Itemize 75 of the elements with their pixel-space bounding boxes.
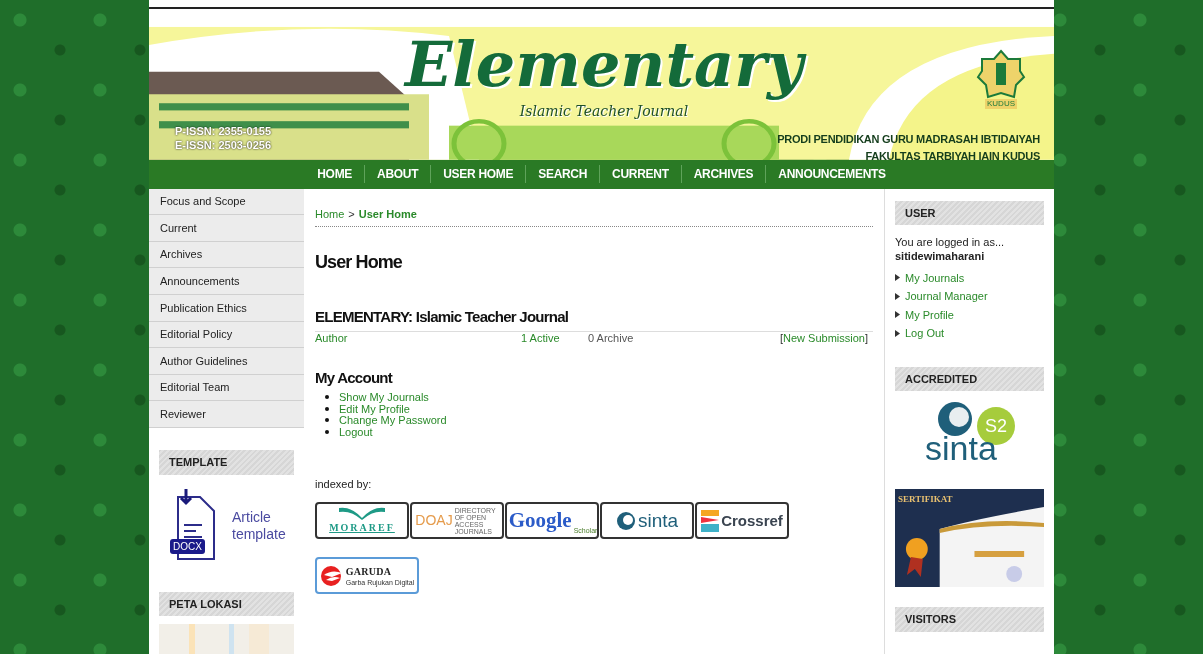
login-status: You are logged in as... [895, 237, 1006, 249]
user-link[interactable]: My Journals [905, 269, 965, 287]
sidebar-item[interactable]: Announcements [149, 268, 304, 296]
user-link[interactable]: My Profile [905, 306, 954, 324]
book-icon [337, 506, 387, 521]
user-link[interactable]: Journal Manager [905, 288, 988, 305]
username: sitidewimaharani [895, 249, 986, 265]
certificate-title: SERTIFIKAT [898, 493, 953, 507]
bracket: [ [779, 330, 783, 346]
section-heading: My Account [315, 367, 394, 388]
docx-badge: DOCX [170, 539, 205, 554]
bullet-icon [325, 418, 329, 423]
sidebar-item[interactable]: Focus and Scope [149, 188, 304, 216]
emblem-caption: KUDUS [985, 99, 1017, 110]
block-heading: ACCREDITED [895, 366, 1044, 392]
triangle-bullet-icon [895, 311, 900, 319]
index-logo[interactable]: MORAREF [315, 502, 409, 540]
account-link[interactable]: Show My Journals [339, 391, 429, 403]
sidebar-item[interactable]: Editorial Team [149, 374, 304, 402]
breadcrumb-current[interactable]: User Home [358, 205, 417, 223]
issn-text: E-ISSN: 2503-0256 [175, 138, 271, 153]
logo-text: Google [508, 507, 572, 535]
logo-text: Crossref [721, 510, 783, 531]
role-link[interactable]: Author [315, 329, 521, 347]
certificate-image[interactable]: SERTIFIKAT [895, 489, 1044, 588]
logo-text: sinta [637, 508, 679, 533]
sidebar-item[interactable]: Archives [149, 241, 304, 269]
indexed-label: indexed by: [315, 476, 373, 492]
block-heading: VISITORS [895, 607, 1044, 632]
issn-text: P-ISSN: 2355-0155 [175, 124, 271, 139]
institution-text: FAKULTAS TARBIYAH IAIN KUDUS [865, 149, 1040, 160]
account-link[interactable]: Logout [339, 426, 373, 439]
block-heading: TEMPLATE [159, 450, 294, 475]
bullet-icon [325, 395, 329, 399]
sidebar-item[interactable]: Reviewer [149, 401, 304, 428]
logo-text: DOAJ [415, 511, 453, 531]
sidebar-item[interactable]: Editorial Policy [149, 321, 304, 349]
index-logo[interactable]: sinta [600, 502, 694, 540]
index-logo[interactable]: Crossref [695, 502, 789, 540]
template-link[interactable]: Article template [232, 509, 292, 543]
block-heading: USER [895, 200, 1044, 226]
account-link[interactable]: Change My Password [339, 414, 447, 427]
new-submission-link[interactable]: New Submission [783, 329, 865, 347]
nav-link[interactable]: SEARCH [525, 165, 600, 184]
triangle-bullet-icon [895, 274, 900, 282]
bracket: ] [864, 330, 868, 346]
block-heading: PETA LOKASI [159, 591, 294, 616]
triangle-bullet-icon [895, 329, 900, 337]
institution-text: PRODI PENDIDIKAN GURU MADRASAH IBTIDAIYAH [777, 132, 1040, 148]
nav-link[interactable]: USER HOME [430, 165, 526, 184]
triangle-bullet-icon [895, 292, 900, 300]
nav-link[interactable]: ANNOUNCEMENTS [765, 165, 898, 184]
logo-text: GARUDA [345, 565, 393, 580]
emblem-icon [976, 49, 1026, 100]
journal-title: ELEMENTARY: Islamic Teacher Journal [315, 307, 570, 328]
crossref-mark-icon [701, 509, 720, 532]
nav-link[interactable]: CURRENT [599, 165, 681, 184]
active-count-link[interactable]: 1 Active [521, 329, 588, 347]
archive-count: 0 Archive [588, 330, 634, 346]
breadcrumb-separator: > [348, 206, 355, 222]
sidebar-item[interactable]: Author Guidelines [149, 348, 304, 375]
bullet-icon [325, 406, 329, 411]
nav-link[interactable]: ARCHIVES [680, 165, 766, 184]
nav-link[interactable]: ABOUT [364, 165, 431, 184]
page-title: User Home [315, 251, 403, 275]
sidebar-item[interactable]: Current [149, 215, 304, 242]
bullet-icon [325, 430, 329, 435]
account-link[interactable]: Edit My Profile [339, 402, 410, 415]
banner-subtitle: Islamic Teacher Journal [519, 102, 689, 122]
nav-link[interactable]: HOME [305, 165, 365, 184]
user-link[interactable]: Log Out [905, 325, 945, 342]
breadcrumb-link[interactable]: Home [315, 205, 345, 223]
bird-icon [319, 564, 344, 587]
sidebar-item[interactable]: Publication Ethics [149, 295, 304, 322]
logo-text: MORAREF [329, 521, 395, 536]
